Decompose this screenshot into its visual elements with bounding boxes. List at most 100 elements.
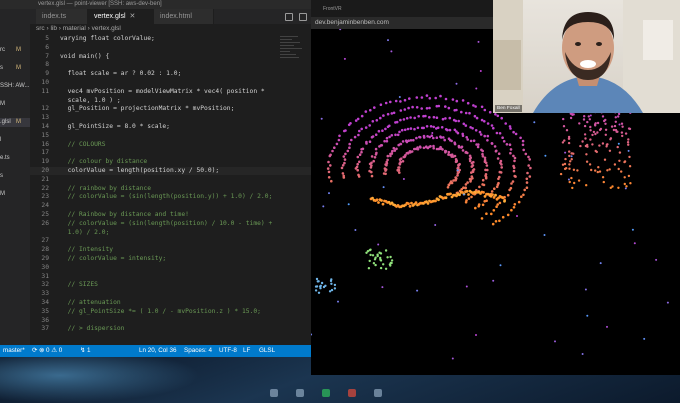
code-line[interactable]: 10 — [30, 79, 311, 87]
point — [466, 138, 469, 141]
sidebar-item[interactable]: M — [0, 100, 30, 109]
code-line[interactable]: 29 // colorValue = intensity; — [30, 255, 311, 263]
sidebar-item[interactable]: l — [0, 136, 30, 145]
taskbar-icon[interactable] — [348, 389, 356, 397]
code-line[interactable]: 28 // Intensity — [30, 246, 311, 254]
code-line[interactable]: scale, 1.0 ) ; — [30, 97, 311, 105]
taskbar-icon[interactable] — [296, 389, 304, 397]
code-line[interactable]: 21 — [30, 176, 311, 184]
code-line[interactable]: 8 — [30, 61, 311, 69]
point — [428, 106, 431, 110]
code-line[interactable]: 35 // gl_PointSize *= ( 1.0 / - mvPositi… — [30, 308, 311, 316]
sidebar-item[interactable]: .glsl M — [0, 118, 30, 127]
point — [375, 198, 379, 202]
remote-indicator[interactable]: ↯ 1 — [80, 345, 91, 357]
taskbar-icon[interactable] — [270, 389, 278, 397]
code-line[interactable]: 6 — [30, 44, 311, 52]
code-line[interactable]: 25 // Rainbow by distance and time! — [30, 211, 311, 219]
code-line[interactable]: 12 gl_Position = projectionMatrix * mvPo… — [30, 105, 311, 113]
split-editor-icon[interactable] — [285, 13, 293, 21]
code-editor[interactable]: 5 varying float colorValue; 6 7 void main() … — [30, 34, 311, 345]
code-line[interactable]: 31 — [30, 273, 311, 281]
code-line[interactable]: 34 // attenuation — [30, 299, 311, 307]
code-line[interactable]: 30 — [30, 264, 311, 272]
sidebar-item[interactable]: e.ts — [0, 154, 30, 163]
code-line[interactable]: 7 void main() { — [30, 53, 311, 61]
sidebar-item-label: s — [0, 173, 3, 179]
code-line[interactable]: 13 — [30, 114, 311, 122]
point — [414, 201, 418, 205]
code-line[interactable]: 5 varying float colorValue; — [30, 35, 311, 43]
taskbar-icon[interactable] — [322, 389, 330, 397]
point — [322, 205, 325, 208]
language-mode[interactable]: GLSL — [259, 345, 275, 357]
code-line[interactable]: 32 // SIZES — [30, 281, 311, 289]
point — [494, 220, 498, 223]
point — [469, 180, 472, 183]
point — [384, 127, 387, 131]
sync-status[interactable]: ⟳ ⊗ 0 ⚠ 0 — [32, 345, 62, 357]
more-actions-icon[interactable] — [299, 13, 307, 21]
point — [620, 122, 624, 125]
code-line[interactable]: 11 vec4 mvPosition = modelViewMatrix * v… — [30, 88, 311, 96]
minimap[interactable] — [280, 34, 304, 74]
point — [317, 280, 320, 283]
line-ending[interactable]: LF — [243, 345, 250, 357]
point — [522, 148, 525, 152]
branch-indicator[interactable]: master* — [3, 345, 25, 357]
point — [329, 279, 333, 283]
code-line[interactable]: 33 — [30, 290, 311, 298]
code-line[interactable]: 24 — [30, 202, 311, 210]
sidebar-item-label: e.ts — [0, 155, 10, 161]
sidebar-item[interactable]: sM — [0, 64, 30, 73]
sidebar-item[interactable]: M — [0, 190, 30, 199]
code-line[interactable]: 37 // > dispersion — [30, 325, 311, 333]
code-line[interactable]: 14 gl_PointSize = 8.0 * scale; — [30, 123, 311, 131]
line-number: 21 — [41, 175, 49, 183]
taskbar-icon[interactable] — [374, 389, 382, 397]
code-line[interactable]: 22 // rainbow by distance — [30, 185, 311, 193]
point — [367, 267, 371, 270]
code-text: // COLOURS — [60, 140, 106, 148]
tab-index-ts[interactable]: index.ts — [36, 9, 88, 24]
sidebar-item[interactable]: rc M — [0, 46, 30, 55]
point — [455, 99, 459, 103]
sidebar-item[interactable]: SSH: AW... — [0, 82, 30, 91]
point — [357, 173, 360, 177]
sidebar-item[interactable]: s — [0, 172, 30, 181]
point — [422, 134, 426, 138]
code-line[interactable]: 26 // colorValue = (sin(length(position)… — [30, 220, 311, 228]
cursor-position[interactable]: Ln 20, Col 36 — [139, 345, 176, 357]
point — [425, 94, 429, 97]
point — [485, 212, 488, 215]
point — [450, 139, 453, 143]
point — [364, 126, 368, 129]
line-number: 33 — [41, 290, 49, 298]
code-text: void main() { — [60, 52, 110, 60]
code-line[interactable]: 23 // colorValue = (sin(length(position.… — [30, 193, 311, 201]
code-line[interactable]: 16 // COLOURS — [30, 141, 311, 149]
code-line[interactable]: 27 — [30, 237, 311, 245]
browser-tab[interactable]: FrontVR — [319, 4, 342, 15]
point — [327, 160, 330, 164]
close-icon[interactable]: ✕ — [130, 13, 136, 20]
code-line[interactable]: 19 // colour by distance — [30, 158, 311, 166]
point — [386, 256, 389, 259]
point — [527, 155, 530, 159]
point — [586, 120, 589, 124]
code-line[interactable]: 15 — [30, 132, 311, 140]
code-line[interactable]: 9 float scale = ar ? 0.02 : 1.0; — [30, 70, 311, 78]
tab-index-html[interactable]: index.html — [154, 9, 214, 24]
tab-vertex-glsl[interactable]: vertex.glsl ✕ — [88, 9, 154, 24]
code-line[interactable]: 20 colorValue = length(position.xy / 50.… — [30, 167, 311, 175]
code-line[interactable]: 17 — [30, 149, 311, 157]
point — [436, 126, 440, 129]
indentation[interactable]: Spaces: 4 — [184, 345, 212, 357]
point — [594, 149, 597, 153]
encoding[interactable]: UTF-8 — [219, 345, 237, 357]
point — [582, 118, 586, 121]
code-line[interactable]: 1.0) / 2.0; — [30, 229, 311, 237]
code-line[interactable]: 36 — [30, 317, 311, 325]
point — [398, 130, 401, 134]
breadcrumb[interactable]: src › lib › material › vertex.glsl — [30, 24, 311, 34]
